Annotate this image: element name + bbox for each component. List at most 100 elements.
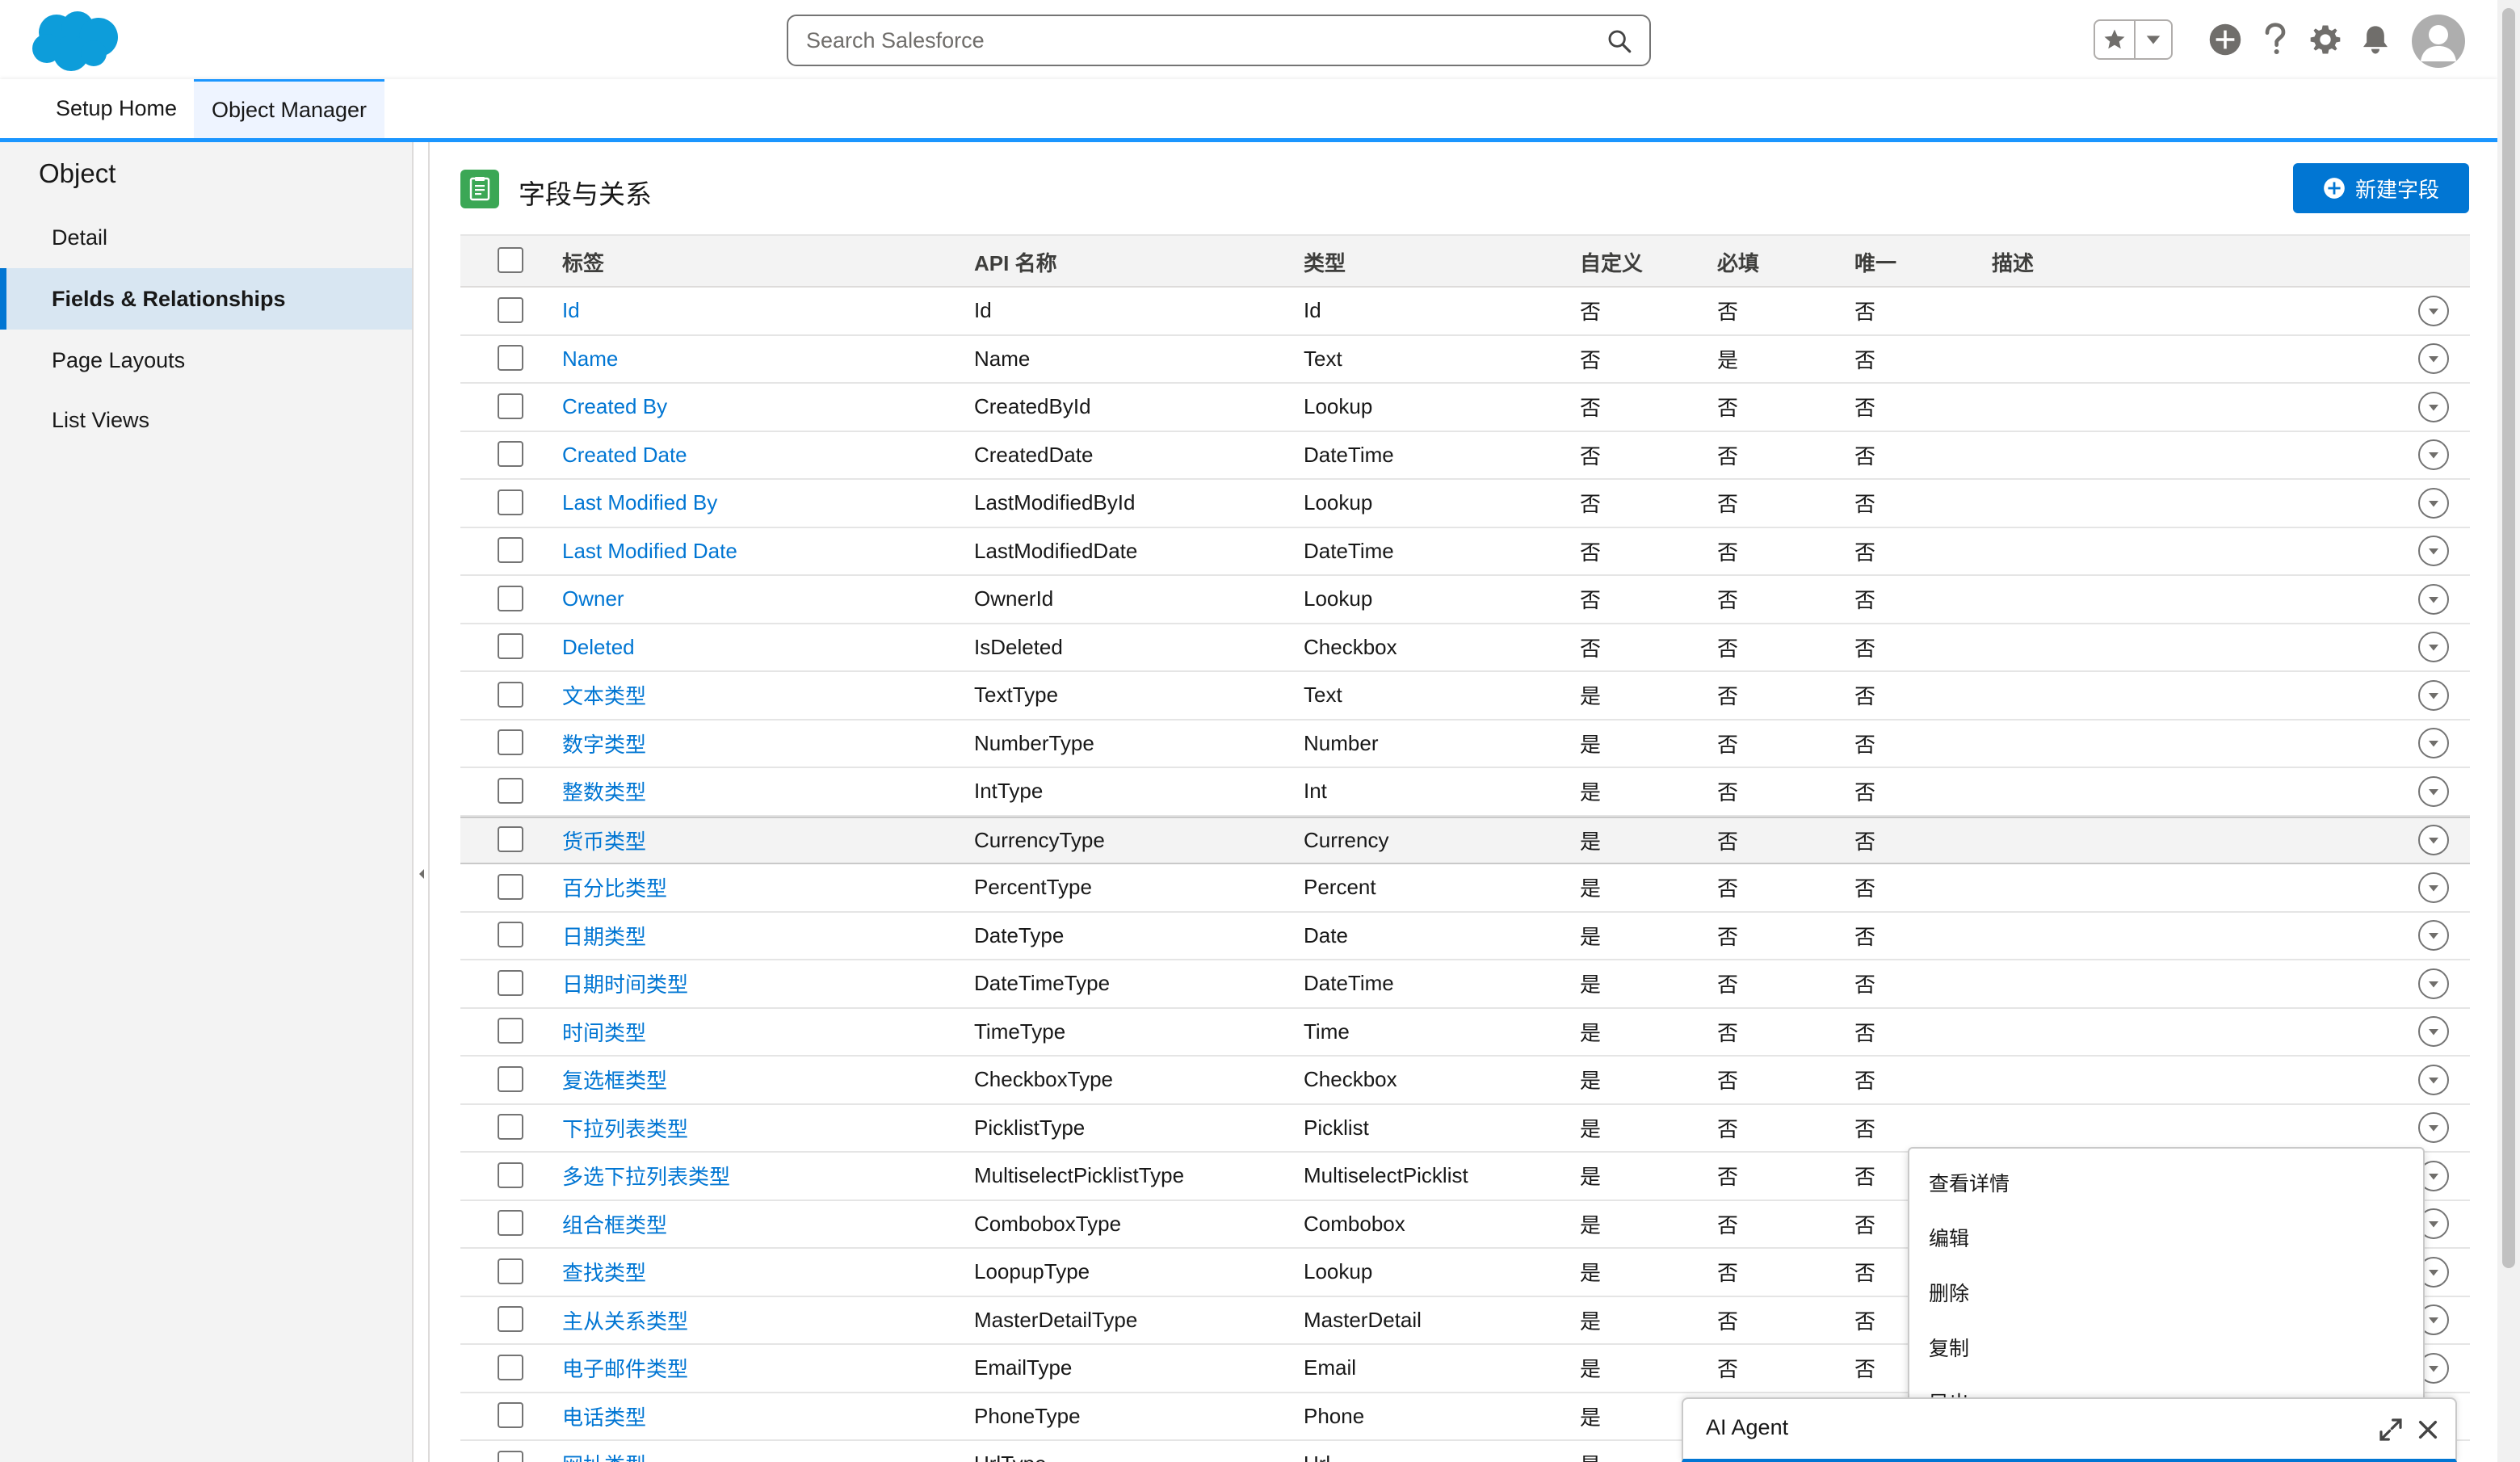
menu-item-edit[interactable]: 编辑 (1909, 1210, 2423, 1265)
new-field-button[interactable]: 新建字段 (2293, 163, 2469, 213)
field-label-link[interactable]: 主从关系类型 (562, 1297, 688, 1344)
row-checkbox[interactable] (498, 1210, 523, 1237)
field-label-link[interactable]: Created By (562, 384, 667, 431)
row-checkbox[interactable] (498, 681, 523, 708)
column-header-required[interactable]: 必填 (1717, 236, 1759, 288)
row-checkbox[interactable] (498, 969, 523, 996)
close-icon[interactable] (2415, 1417, 2441, 1443)
field-label-link[interactable]: Last Modified Date (562, 528, 737, 575)
field-label-link[interactable]: Last Modified By (562, 480, 717, 527)
row-actions-button[interactable] (2418, 391, 2449, 422)
setup-button[interactable] (2307, 21, 2344, 58)
row-checkbox[interactable] (498, 1402, 523, 1429)
row-actions-button[interactable] (2418, 487, 2449, 519)
field-label-link[interactable]: Created Date (562, 432, 687, 479)
row-checkbox[interactable] (498, 633, 523, 660)
row-checkbox[interactable] (498, 537, 523, 564)
row-checkbox[interactable] (498, 296, 523, 323)
column-header-label[interactable]: 标签 (562, 236, 604, 288)
row-actions-button[interactable] (2418, 1064, 2449, 1095)
column-header-api-name[interactable]: API 名称 (974, 236, 1057, 288)
search-icon[interactable] (1606, 27, 1633, 55)
row-checkbox[interactable] (498, 585, 523, 611)
field-label-link[interactable]: 数字类型 (562, 720, 646, 767)
row-actions-button[interactable] (2418, 536, 2449, 567)
sidebar-item-fields-relationships[interactable]: Fields & Relationships (0, 268, 412, 330)
tab-setup-home[interactable]: Setup Home (36, 79, 197, 138)
menu-item-delete[interactable]: 删除 (1909, 1265, 2423, 1320)
row-actions-button[interactable] (2418, 679, 2449, 711)
row-checkbox[interactable] (498, 393, 523, 419)
tab-object-manager[interactable]: Object Manager (194, 79, 384, 138)
row-checkbox[interactable] (498, 441, 523, 468)
field-label-link[interactable]: 整数类型 (562, 768, 646, 815)
column-header-custom[interactable]: 自定义 (1580, 236, 1643, 288)
row-actions-button[interactable] (2418, 920, 2449, 952)
sidebar-item-detail[interactable]: Detail (0, 207, 412, 268)
column-header-type[interactable]: 类型 (1304, 236, 1346, 288)
column-header-unique[interactable]: 唯一 (1854, 236, 1896, 288)
row-actions-button[interactable] (2418, 775, 2449, 807)
column-header-description[interactable]: 描述 (1992, 236, 2034, 288)
row-checkbox[interactable] (498, 1354, 523, 1380)
row-checkbox[interactable] (498, 922, 523, 948)
select-all-checkbox[interactable] (498, 247, 523, 273)
global-actions-button[interactable] (2207, 21, 2244, 58)
sidebar-splitter[interactable] (414, 142, 430, 1462)
field-label-link[interactable]: Name (562, 336, 618, 383)
search-input[interactable] (806, 23, 1581, 58)
field-label-link[interactable]: 组合框类型 (562, 1201, 667, 1248)
field-label-link[interactable]: 多选下拉列表类型 (562, 1153, 730, 1199)
menu-item-copy[interactable]: 复制 (1909, 1320, 2423, 1375)
row-checkbox[interactable] (498, 1162, 523, 1188)
row-actions-button[interactable] (2418, 1112, 2449, 1144)
row-actions-button[interactable] (2418, 343, 2449, 375)
favorites-button[interactable] (2095, 21, 2136, 58)
row-checkbox[interactable] (498, 729, 523, 756)
field-label-link[interactable]: 文本类型 (562, 672, 646, 719)
row-checkbox[interactable] (498, 826, 523, 853)
field-label-link[interactable]: 电子邮件类型 (562, 1345, 688, 1392)
row-actions-button[interactable] (2418, 825, 2449, 856)
field-label-link[interactable]: 货币类型 (562, 818, 646, 863)
row-actions-button[interactable] (2418, 968, 2449, 999)
row-actions-button[interactable] (2418, 728, 2449, 759)
salesforce-cloud-logo[interactable] (24, 6, 121, 74)
menu-item-view-details[interactable]: 查看详情 (1909, 1155, 2423, 1210)
row-checkbox[interactable] (498, 345, 523, 372)
row-checkbox[interactable] (498, 489, 523, 515)
row-checkbox[interactable] (498, 873, 523, 900)
field-label-link[interactable]: 下拉列表类型 (562, 1105, 688, 1152)
field-label-link[interactable]: Id (562, 288, 580, 334)
field-label-link[interactable]: Owner (562, 576, 624, 623)
help-button[interactable] (2257, 21, 2294, 58)
field-label-link[interactable]: 复选框类型 (562, 1057, 667, 1103)
field-label-link[interactable]: 电话类型 (562, 1393, 646, 1440)
row-actions-button[interactable] (2418, 295, 2449, 326)
sidebar-item-page-layouts[interactable]: Page Layouts (0, 330, 412, 391)
ai-agent-panel[interactable]: AI Agent (1682, 1397, 2457, 1462)
favorites-list-button[interactable] (2136, 21, 2171, 58)
expand-icon[interactable] (2378, 1417, 2404, 1443)
row-actions-button[interactable] (2418, 439, 2449, 471)
field-label-link[interactable]: 查找类型 (562, 1249, 646, 1296)
row-checkbox[interactable] (498, 1306, 523, 1333)
field-label-link[interactable]: 百分比类型 (562, 864, 667, 911)
field-label-link[interactable]: Deleted (562, 624, 635, 671)
field-label-link[interactable]: 时间类型 (562, 1009, 646, 1056)
scrollbar-thumb[interactable] (2502, 8, 2515, 1268)
row-checkbox[interactable] (498, 777, 523, 804)
field-label-link[interactable]: 日期时间类型 (562, 960, 688, 1007)
field-label-link[interactable]: 网址类型 (562, 1441, 646, 1462)
page-scrollbar[interactable] (2497, 0, 2520, 1462)
row-checkbox[interactable] (498, 1065, 523, 1092)
avatar[interactable] (2412, 15, 2465, 68)
row-checkbox[interactable] (498, 1258, 523, 1284)
row-checkbox[interactable] (498, 1450, 523, 1462)
row-actions-button[interactable] (2418, 872, 2449, 903)
row-actions-button[interactable] (2418, 632, 2449, 663)
collapse-sidebar-button[interactable] (415, 864, 428, 884)
row-checkbox[interactable] (498, 1114, 523, 1141)
sidebar-item-list-views[interactable]: List Views (0, 389, 412, 451)
row-actions-button[interactable] (2418, 1016, 2449, 1048)
